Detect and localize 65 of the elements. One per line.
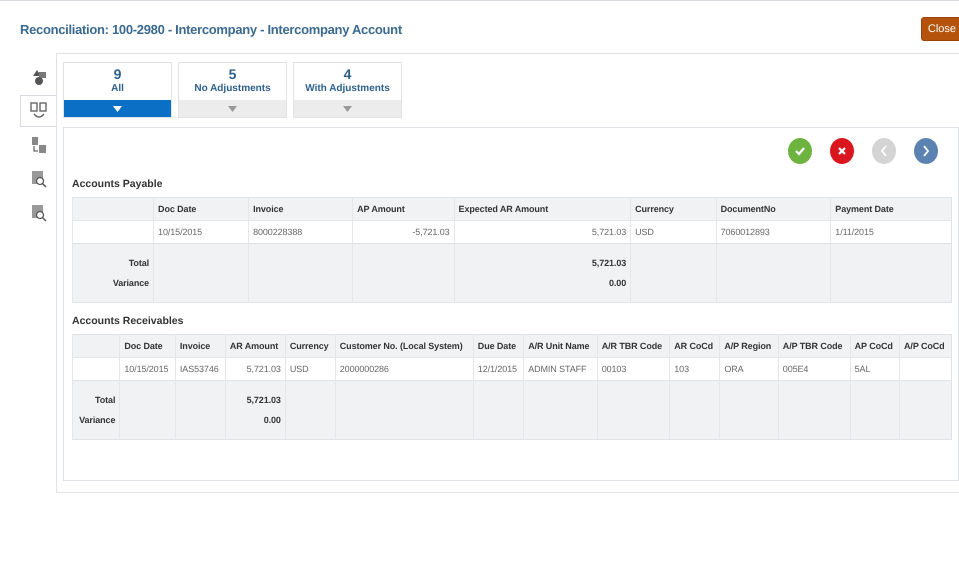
table-cell: USD bbox=[630, 220, 716, 244]
section-title: Accounts Receivables bbox=[72, 315, 184, 327]
table-cell: ORA bbox=[720, 358, 778, 380]
column-header: A/R TBR Code bbox=[597, 334, 670, 358]
table-cell: USD bbox=[285, 358, 336, 380]
table-cell bbox=[72, 358, 120, 380]
column-header: Due Date bbox=[473, 334, 524, 358]
column-header: Currency bbox=[285, 334, 336, 358]
column-header: Doc Date bbox=[120, 334, 176, 358]
caret-icon bbox=[228, 106, 237, 112]
close-icon bbox=[837, 146, 847, 156]
column-header: A/R Unit Name bbox=[524, 334, 598, 358]
document-search-icon bbox=[30, 204, 48, 222]
list-transfer-icon bbox=[30, 136, 48, 154]
caret-icon bbox=[113, 106, 122, 112]
filter-tab[interactable]: 5 No Adjustments bbox=[178, 62, 287, 118]
section-title: Accounts Payable bbox=[72, 178, 164, 190]
document-search-icon bbox=[30, 170, 48, 188]
table-cell: 2000000286 bbox=[335, 358, 474, 380]
column-header: Payment Date bbox=[830, 198, 952, 220]
caret-icon bbox=[343, 106, 352, 112]
column-header: Invoice bbox=[175, 334, 226, 358]
column-header: AP CoCd bbox=[850, 334, 900, 358]
next-button[interactable] bbox=[914, 138, 938, 164]
table-cell: 8000228388 bbox=[248, 220, 353, 244]
column-header: Currency bbox=[630, 198, 716, 220]
summary-label-cell: Total Variance bbox=[72, 380, 120, 440]
table-cell: 00103 bbox=[597, 358, 670, 380]
table-cell: ADMIN STAFF bbox=[524, 358, 598, 380]
column-header: A/P Region bbox=[720, 334, 778, 358]
table-cell: IAS53746 bbox=[175, 358, 226, 380]
filter-tab[interactable]: 9 All bbox=[63, 62, 172, 118]
table-cell: 12/1/2015 bbox=[473, 358, 524, 380]
column-header: AR CoCd bbox=[670, 334, 720, 358]
chevron-left-icon bbox=[879, 145, 889, 157]
page-title: Reconciliation: 100-2980 - Intercompany - Intercompany Account bbox=[20, 22, 402, 36]
filter-tab[interactable]: 4 With Adjustments bbox=[293, 62, 402, 118]
column-header: Expected AR Amount bbox=[454, 198, 631, 220]
column-header: AR Amount bbox=[225, 334, 286, 358]
column-header: AP Amount bbox=[352, 198, 454, 220]
table-cell: 005E4 bbox=[778, 358, 850, 380]
chevron-right-icon bbox=[921, 145, 931, 157]
summary-cell: 5,721.03 0.00 bbox=[454, 244, 631, 302]
table-cell: 10/15/2015 bbox=[120, 358, 176, 380]
close-button[interactable]: Close bbox=[920, 17, 959, 41]
column-header: A/P TBR Code bbox=[778, 334, 850, 358]
summary-label-cell: Total Variance bbox=[72, 244, 154, 302]
check-icon bbox=[794, 145, 806, 157]
reject-button[interactable] bbox=[830, 138, 854, 164]
summary-cell: 5,721.03 0.00 bbox=[225, 380, 286, 440]
table-cell: 5AL bbox=[850, 358, 900, 380]
table-cell: 10/15/2015 bbox=[154, 220, 249, 244]
column-header: Invoice bbox=[248, 198, 353, 220]
table-cell: 5,721.03 bbox=[454, 220, 631, 244]
table-cell: 103 bbox=[670, 358, 720, 380]
table-cell: -5,721.03 bbox=[352, 220, 454, 244]
table-cell: 5,721.03 bbox=[225, 358, 286, 380]
column-header: DocumentNo bbox=[716, 198, 831, 220]
table-cell: 1/11/2015 bbox=[830, 220, 952, 244]
approve-button[interactable] bbox=[788, 138, 812, 164]
column-header: A/P CoCd bbox=[900, 334, 952, 358]
column-header: Customer No. (Local System) bbox=[335, 334, 474, 358]
side-nav-item[interactable] bbox=[20, 95, 56, 127]
column-header: Doc Date bbox=[154, 198, 249, 220]
table-cell: 7060012893 bbox=[716, 220, 831, 244]
